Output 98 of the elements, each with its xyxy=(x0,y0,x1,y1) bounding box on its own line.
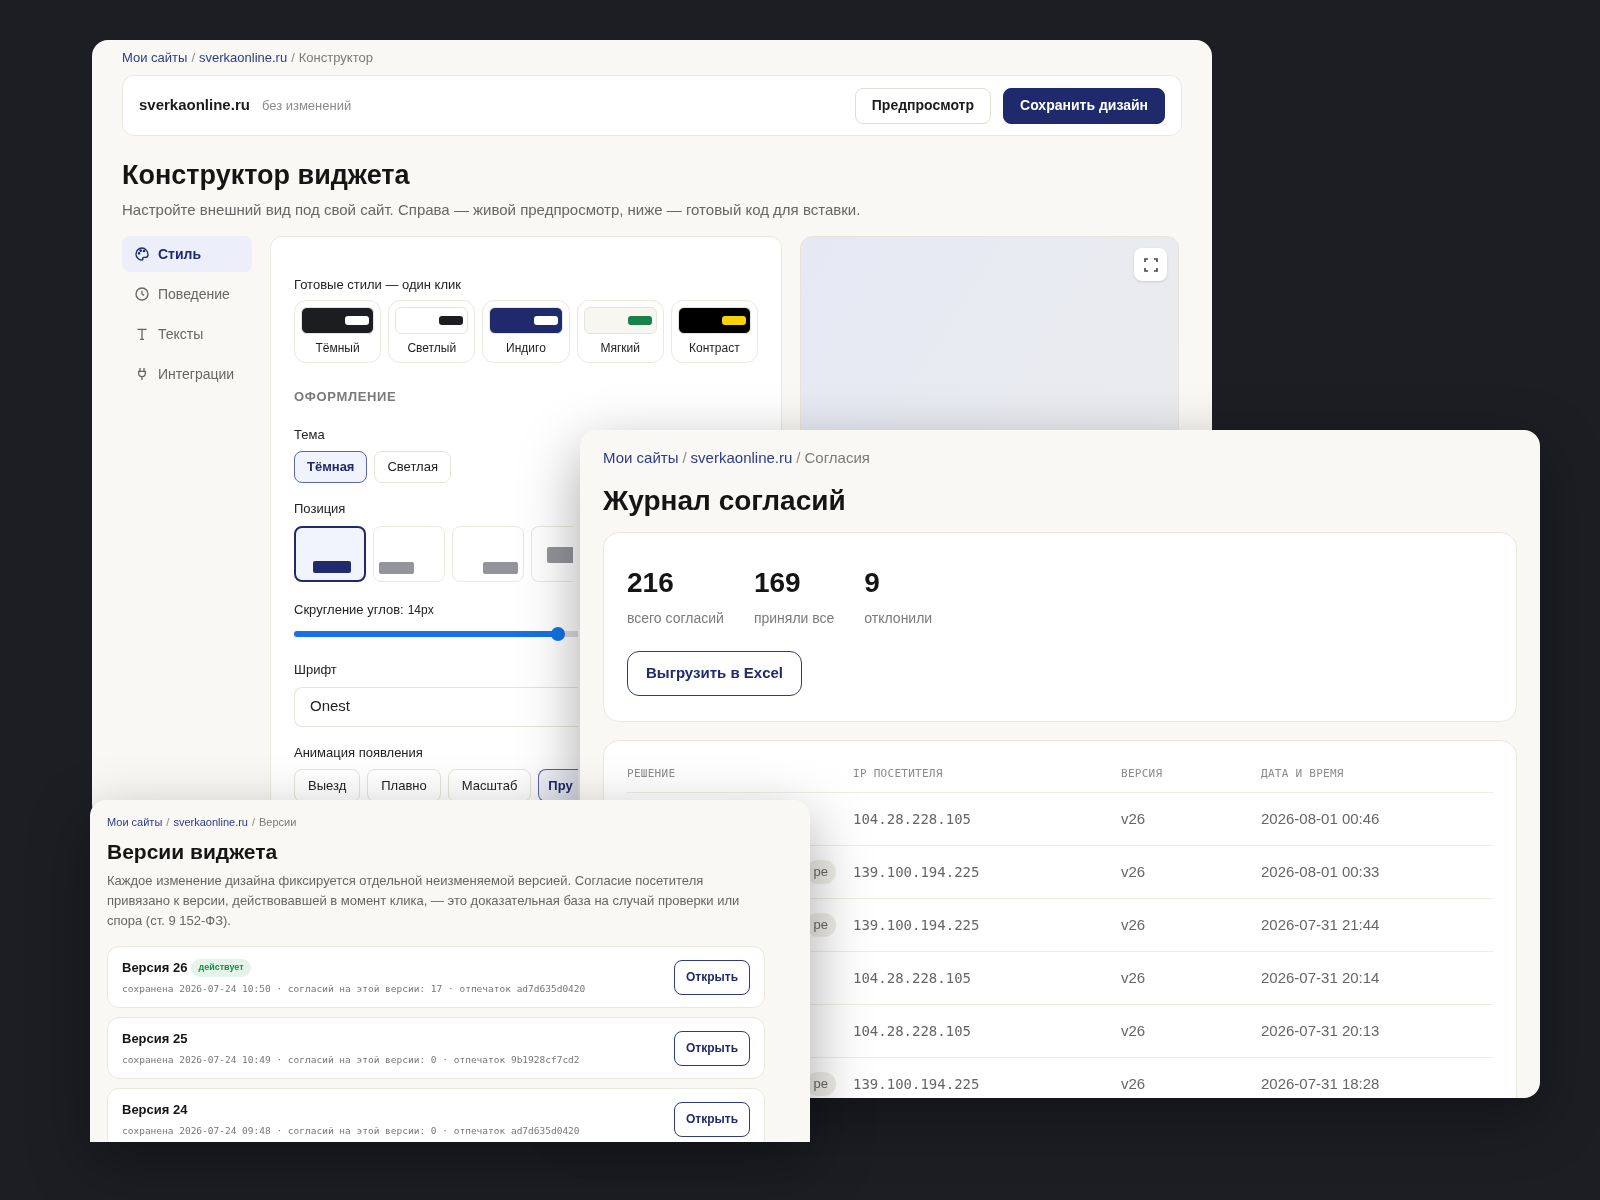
breadcrumb-current: Конструктор xyxy=(298,49,373,68)
slider-reading: 14px xyxy=(407,601,434,619)
table-cell-text: 2026-07-31 20:14 xyxy=(1261,967,1381,988)
version-title: Версия 25 xyxy=(122,1030,188,1049)
breadcrumb-separator: / xyxy=(191,49,195,68)
preset-card[interactable]: Тёмный xyxy=(294,300,382,363)
page-title: Журнал согласий xyxy=(603,484,847,518)
column-header: IP ПОСЕТИТЕЛЯ xyxy=(853,766,944,783)
version-title: Версия 24 xyxy=(122,1101,188,1120)
fullscreen-button[interactable] xyxy=(1134,248,1167,281)
column-header: ДАТА И ВРЕМЯ xyxy=(1261,766,1345,783)
page-description: Каждое изменение дизайна фиксируется отдельной неизменяемой версией. Согласие посетителя привязано к версии, действовавшей в момент клика, — это доказательная база на случай проверки или спора (ст. 9 152-ФЗ). xyxy=(107,872,741,930)
animation-option[interactable]: Выезд xyxy=(294,769,361,802)
sidebar-item[interactable]: Стиль xyxy=(122,236,252,272)
stat-value: 169 xyxy=(753,566,802,600)
preset-card[interactable]: Индиго xyxy=(482,300,570,363)
version-title: Версия 26 xyxy=(122,959,188,978)
preview-button[interactable]: Предпросмотр xyxy=(854,87,992,124)
preset-card[interactable]: Контраст xyxy=(670,300,758,363)
stat-label: приняли все xyxy=(753,609,835,628)
table-cell-text: v26 xyxy=(1121,914,1147,935)
version-meta: сохранена 2026-07-24 10:50 · согласий на этой версии: 17 · отпечаток ad7d635d0420 xyxy=(122,981,587,996)
breadcrumb-link[interactable]: sverkaonline.ru xyxy=(199,48,288,68)
page-title: Конструктор виджета xyxy=(122,159,411,192)
position-bar-icon xyxy=(313,560,351,573)
sidebar-item[interactable]: Поведение xyxy=(122,276,252,312)
theme-option[interactable]: Тёмная xyxy=(294,451,368,483)
sidebar-item[interactable]: Тексты xyxy=(122,316,252,352)
slider-thumb[interactable] xyxy=(551,627,566,641)
field-label: Скругление углов: xyxy=(294,600,404,619)
table-cell-text: 139.100.194.225 xyxy=(853,915,981,935)
preset-card[interactable]: Светлый xyxy=(388,300,476,363)
table-cell-text: 104.28.228.105 xyxy=(853,1021,972,1041)
breadcrumb-separator: / xyxy=(682,447,687,468)
palette-icon xyxy=(134,246,150,262)
column-header: ВЕРСИЯ xyxy=(1121,766,1164,783)
breadcrumb-link[interactable]: sverkaonline.ru xyxy=(690,446,793,470)
site-status: без изменений xyxy=(261,96,352,115)
position-bar-icon xyxy=(379,561,414,574)
open-button[interactable]: Открыть xyxy=(674,1101,750,1137)
page-title: Версии виджета xyxy=(107,839,279,865)
stat-value: 216 xyxy=(627,566,675,600)
position-bar-icon xyxy=(483,561,518,574)
preset-card[interactable]: Мягкий xyxy=(576,300,664,363)
fullscreen-icon xyxy=(1143,257,1158,272)
theme-option[interactable]: Светлая xyxy=(374,451,451,483)
table-cell-text: 2026-07-31 20:13 xyxy=(1261,1020,1381,1041)
animation-option[interactable]: Плавно xyxy=(367,769,441,802)
font-select[interactable]: Onest xyxy=(294,686,578,727)
stat-value: 9 xyxy=(864,566,881,600)
save-button[interactable]: Сохранить дизайн xyxy=(1003,87,1165,124)
table-cell-text: 139.100.194.225 xyxy=(853,862,981,882)
field-label: Позиция xyxy=(294,500,346,518)
table-cell-text: 104.28.228.105 xyxy=(853,968,972,988)
breadcrumb-link[interactable]: Мои сайты xyxy=(603,446,679,470)
animation-option[interactable]: Пру xyxy=(538,769,579,802)
version-meta: сохранена 2026-07-24 09:48 · согласий на этой версии: 0 · отпечаток ad7d635d0420 xyxy=(122,1123,581,1138)
status-badge: действует xyxy=(191,959,251,977)
table-cell-text: 139.100.194.225 xyxy=(853,1074,981,1094)
breadcrumb-current: Версии xyxy=(259,814,297,830)
table-cell-text: 2026-08-01 00:46 xyxy=(1261,808,1381,829)
stat-label: всего согласий xyxy=(627,609,724,628)
table-cell-text: v26 xyxy=(1121,808,1147,829)
table-cell-text: 2026-07-31 21:44 xyxy=(1261,914,1381,935)
section-label: Готовые стили — один клик xyxy=(294,276,462,293)
table-cell-text: v26 xyxy=(1121,861,1147,882)
open-button[interactable]: Открыть xyxy=(674,959,750,995)
position-option[interactable] xyxy=(294,525,366,582)
export-button[interactable]: Выгрузить в Excel xyxy=(627,651,802,696)
field-label: Тема xyxy=(294,425,325,444)
page-subtitle: Настройте внешний вид под свой сайт. Справа — живой предпросмотр, ниже — готовый код для вставки. xyxy=(122,200,862,220)
breadcrumb-separator: / xyxy=(166,814,170,830)
version-meta: сохранена 2026-07-24 10:49 · согласий на этой версии: 0 · отпечаток 9b1928cf7cd2 xyxy=(122,1052,581,1067)
column-header: РЕШЕНИЕ xyxy=(627,766,677,783)
open-button[interactable]: Открыть xyxy=(674,1030,750,1066)
table-cell-text: v26 xyxy=(1121,1020,1147,1041)
table-cell-text: 104.28.228.105 xyxy=(853,809,972,829)
breadcrumb-separator: / xyxy=(291,49,295,68)
text-icon xyxy=(134,326,150,342)
breadcrumb-link[interactable]: Мои сайты xyxy=(122,48,188,68)
stat-label: отклонили xyxy=(864,609,933,628)
sidebar-item[interactable]: Интеграции xyxy=(122,356,252,392)
table-cell-text: 2026-08-01 00:33 xyxy=(1261,861,1381,882)
breadcrumb-link[interactable]: Мои сайты xyxy=(107,813,163,831)
position-bar-icon xyxy=(547,546,573,563)
table-cell-text: 2026-07-31 18:28 xyxy=(1261,1073,1381,1094)
table-cell-text: v26 xyxy=(1121,967,1147,988)
section-heading: ОФОРМЛЕНИЕ xyxy=(294,388,398,406)
breadcrumb-link[interactable]: sverkaonline.ru xyxy=(173,813,248,831)
field-label: Анимация появления xyxy=(294,743,423,762)
breadcrumb-current: Согласия xyxy=(804,447,870,468)
breadcrumb-separator: / xyxy=(251,814,256,830)
breadcrumb-separator: / xyxy=(796,447,801,468)
table-cell-text: v26 xyxy=(1121,1073,1147,1094)
field-label: Шрифт xyxy=(294,661,337,679)
clock-icon xyxy=(134,286,150,302)
site-name: sverkaonline.ru xyxy=(139,95,250,116)
animation-option[interactable]: Масштаб xyxy=(447,769,532,802)
